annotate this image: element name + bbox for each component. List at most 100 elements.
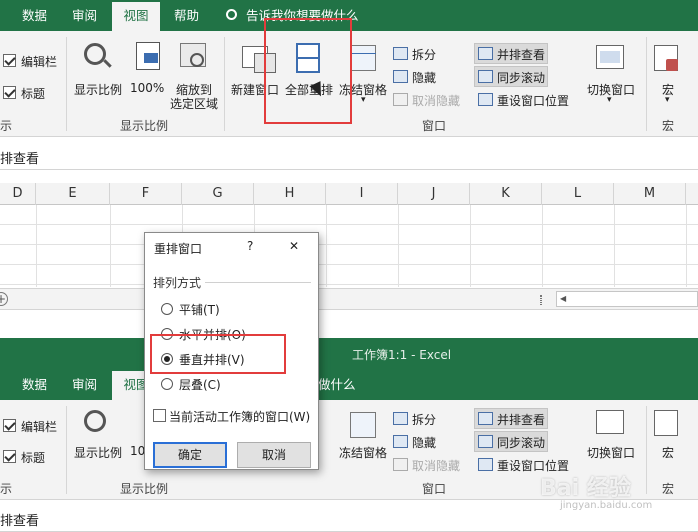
zoom-to-selection-button-line2[interactable]: 选定区域 — [170, 95, 218, 112]
macros-button[interactable]: 宏 — [662, 444, 674, 461]
tab-view[interactable]: 视图 — [112, 0, 160, 31]
switch-windows-button[interactable]: 切换窗口 — [587, 444, 635, 461]
add-sheet-icon[interactable]: + — [0, 292, 8, 306]
column-header[interactable]: F — [110, 183, 182, 205]
zoom-100-button[interactable]: 100% — [130, 81, 164, 95]
active-workbook-label[interactable]: 当前活动工作簿的窗口(W) — [169, 408, 310, 425]
headings-label: 标题 — [21, 87, 46, 101]
active-workbook-checkbox[interactable] — [153, 409, 166, 422]
formula-bar-text[interactable]: 排查看 — [0, 510, 39, 529]
sync-scroll-button[interactable]: 同步滚动 — [497, 69, 545, 86]
switch-windows-icon-fill — [600, 51, 620, 63]
chevron-down-icon: ▾ — [607, 95, 612, 105]
column-header[interactable]: H — [254, 183, 326, 205]
formula-bar-text[interactable]: 排查看 — [0, 148, 39, 167]
cascade-radio[interactable] — [161, 378, 173, 390]
tiled-radio[interactable] — [161, 303, 173, 315]
hide-button[interactable]: 隐藏 — [412, 69, 436, 86]
tell-me-search[interactable]: 做什么 — [318, 369, 356, 400]
headings-checkbox[interactable] — [3, 86, 16, 99]
zoom-button[interactable]: 显示比例 — [74, 81, 122, 98]
close-icon[interactable]: ✕ — [289, 239, 299, 253]
group-divider — [646, 37, 647, 131]
view-side-by-side-button[interactable]: 并排查看 — [497, 46, 545, 63]
split-icon — [393, 412, 408, 425]
grid-row[interactable] — [0, 245, 698, 265]
help-icon[interactable]: ? — [247, 239, 253, 253]
column-header[interactable]: G — [182, 183, 254, 205]
dialog-title: 重排窗口 — [154, 242, 203, 256]
formula-bar-checkbox[interactable] — [3, 54, 16, 67]
watermark-url: jingyan.baidu.com — [560, 500, 653, 511]
macro-icon — [654, 410, 678, 436]
zoom-100-button[interactable]: 10 — [130, 444, 145, 458]
group-divider — [224, 37, 225, 131]
column-header[interactable]: J — [398, 183, 470, 205]
split-handle[interactable] — [540, 295, 542, 305]
freeze-panes-icon — [350, 412, 376, 438]
grid-line — [36, 205, 37, 287]
sync-scroll-button[interactable]: 同步滚动 — [497, 434, 545, 451]
zoom-group-label: 显示比例 — [120, 482, 169, 496]
grid-row[interactable] — [0, 265, 698, 285]
tab-data[interactable]: 数据 — [22, 0, 47, 31]
column-header[interactable]: E — [36, 183, 110, 205]
split-button[interactable]: 拆分 — [412, 46, 436, 63]
view-side-by-side-button[interactable]: 并排查看 — [497, 411, 545, 428]
unhide-button[interactable]: 取消隐藏 — [412, 92, 460, 109]
tab-review[interactable]: 审阅 — [72, 369, 97, 400]
tab-review[interactable]: 审阅 — [72, 0, 97, 31]
reset-window-position-icon — [478, 93, 493, 106]
group-divider — [646, 406, 647, 494]
show-group-label: 示 — [0, 482, 13, 496]
horizontal-scrollbar[interactable] — [556, 291, 698, 307]
side-by-side-icon — [478, 47, 493, 60]
split-button[interactable]: 拆分 — [412, 411, 436, 428]
tab-data[interactable]: 数据 — [22, 369, 47, 400]
ok-button[interactable]: 确定 — [153, 442, 227, 468]
zoom-selection-magnifier — [190, 53, 204, 67]
zoom-magnifier-icon — [84, 410, 106, 432]
hide-icon — [393, 435, 408, 448]
grid-row[interactable] — [0, 205, 698, 225]
grid-line — [470, 205, 471, 287]
vertical-option-highlight-box — [150, 334, 286, 374]
hide-icon — [393, 70, 408, 83]
scroll-left-icon[interactable]: ◀ — [560, 294, 566, 303]
reset-window-position-button[interactable]: 重设窗口位置 — [497, 92, 569, 109]
chevron-down-icon: ▾ — [665, 95, 670, 105]
column-headers: D E F G H I J K L M — [0, 183, 698, 205]
grid-line — [686, 205, 687, 287]
tiled-label[interactable]: 平铺(T) — [179, 301, 220, 318]
unhide-button[interactable]: 取消隐藏 — [412, 457, 460, 474]
arrange-section-label: 排列方式 — [153, 276, 202, 290]
show-group-label: 示 — [0, 119, 13, 133]
window-group-label: 窗口 — [422, 482, 447, 496]
chevron-down-icon: ▾ — [361, 95, 366, 105]
headings-checkbox[interactable] — [3, 450, 16, 463]
column-header[interactable]: K — [470, 183, 542, 205]
switch-windows-icon — [596, 410, 624, 434]
grid-line — [326, 205, 327, 287]
column-header[interactable]: D — [0, 183, 36, 205]
column-header[interactable]: I — [326, 183, 398, 205]
side-by-side-icon — [478, 412, 493, 425]
freeze-panes-button[interactable]: 冻结窗格 — [339, 444, 387, 461]
hide-button[interactable]: 隐藏 — [412, 434, 436, 451]
tab-help[interactable]: 帮助 — [174, 0, 199, 31]
formula-bar-checkbox[interactable] — [3, 419, 16, 432]
column-header[interactable]: L — [542, 183, 614, 205]
zoom-button[interactable]: 显示比例 — [74, 444, 122, 461]
column-header[interactable]: M — [614, 183, 686, 205]
macro-group-label: 宏 — [662, 482, 675, 496]
cascade-label[interactable]: 层叠(C) — [179, 376, 221, 393]
window-group-label: 窗口 — [422, 119, 447, 133]
grid-row[interactable] — [0, 225, 698, 245]
baidu-watermark: Bai 经验 — [540, 476, 631, 501]
group-divider — [66, 37, 67, 131]
cancel-button[interactable]: 取消 — [237, 442, 311, 468]
grid-line — [110, 205, 111, 287]
freeze-panes-icon — [350, 45, 376, 71]
grid-line — [542, 205, 543, 287]
formula-bar-label: 编辑栏 — [21, 420, 58, 434]
